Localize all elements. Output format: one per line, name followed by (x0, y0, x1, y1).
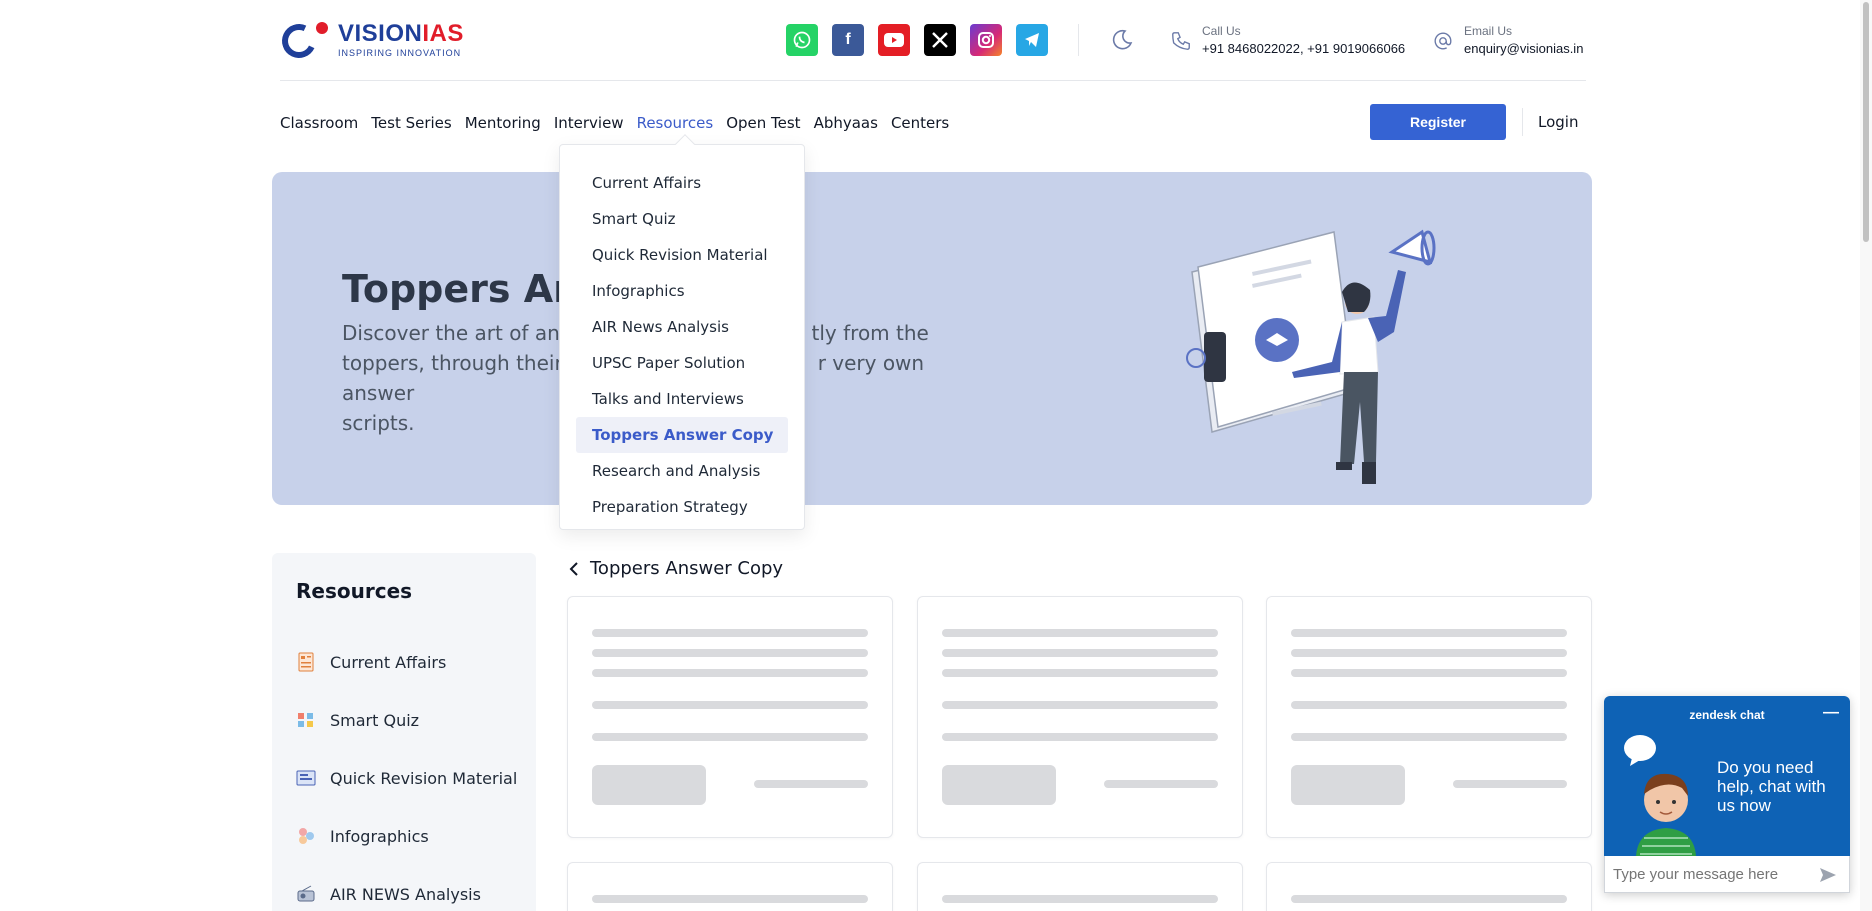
call-label: Call Us (1202, 24, 1241, 38)
phone-icon (1170, 30, 1192, 52)
revision-icon (296, 770, 316, 786)
logo[interactable]: VISIONIAS INSPIRING INNOVATION (277, 19, 464, 63)
newspaper-icon (298, 652, 314, 672)
dropdown-item-current-affairs[interactable]: Current Affairs (576, 165, 788, 201)
hero-desc-line1: Discover the art of answ (342, 321, 587, 345)
nav-item-test-series[interactable]: Test Series (371, 112, 451, 134)
dropdown-item-research[interactable]: Research and Analysis (576, 453, 788, 489)
chevron-left-icon[interactable] (568, 561, 580, 577)
nav-actions: Register Login (1370, 104, 1578, 140)
divider (1078, 24, 1079, 56)
dropdown-item-smart-quiz[interactable]: Smart Quiz (576, 201, 788, 237)
nav-item-open-test[interactable]: Open Test (726, 112, 800, 134)
sidebar-item-label: Current Affairs (330, 652, 447, 672)
email-us[interactable]: Email Us enquiry@visionias.in (1432, 24, 1583, 56)
chat-message: Do you need help, chat with us now (1717, 758, 1826, 815)
dropdown-item-talks[interactable]: Talks and Interviews (576, 381, 788, 417)
page-scrollbar[interactable] (1860, 0, 1872, 911)
skeleton-card (1266, 862, 1592, 911)
main-nav: Classroom Test Series Mentoring Intervie… (280, 112, 949, 134)
at-icon (1432, 30, 1454, 52)
telegram-icon[interactable] (1016, 24, 1048, 56)
sidebar-item-current-affairs[interactable]: Current Affairs (296, 633, 517, 691)
minimize-icon[interactable]: — (1822, 704, 1840, 722)
x-icon[interactable] (924, 24, 956, 56)
skeleton-card (567, 862, 893, 911)
hero-desc-line1-right: tly from the (811, 321, 929, 345)
hero-desc-line3: scripts. (342, 411, 415, 435)
dark-mode-icon[interactable] (1110, 28, 1134, 52)
whatsapp-icon[interactable] (786, 24, 818, 56)
chat-avatar (1624, 735, 1696, 856)
logo-mark-icon (277, 19, 332, 63)
brand-name: VISION (338, 20, 423, 47)
nav-item-mentoring[interactable]: Mentoring (465, 112, 541, 134)
radio-icon (297, 885, 315, 902)
skeleton-card (917, 862, 1243, 911)
dropdown-item-infographics[interactable]: Infographics (576, 273, 788, 309)
dropdown-item-toppers-answer-copy[interactable]: Toppers Answer Copy (576, 417, 788, 453)
sidebar-item-label: Infographics (330, 826, 429, 846)
dropdown-item-upsc-paper[interactable]: UPSC Paper Solution (576, 345, 788, 381)
brand-accent: IAS (422, 20, 464, 47)
sidebar-title: Resources (296, 579, 413, 603)
dropdown-item-preparation[interactable]: Preparation Strategy (576, 489, 788, 525)
chat-widget[interactable]: zendesk chat — Do you need help, chat wi… (1604, 696, 1850, 893)
resources-sidebar: Resources Current Affairs Smart Quiz Qui… (272, 553, 536, 911)
call-us[interactable]: Call Us +91 8468022022, +91 9019066066 (1170, 24, 1405, 56)
youtube-icon[interactable] (878, 24, 910, 56)
nav-item-centers[interactable]: Centers (891, 112, 949, 134)
skeleton-card (917, 596, 1243, 838)
social-links: f (786, 24, 1048, 56)
send-icon[interactable] (1819, 866, 1837, 884)
infographics-icon (299, 828, 314, 844)
quiz-icon (298, 713, 313, 727)
skeleton-card (1266, 596, 1592, 838)
email-label: Email Us (1464, 24, 1513, 38)
nav-item-abhyaas[interactable]: Abhyaas (814, 112, 878, 134)
sidebar-item-label: Quick Revision Material (330, 768, 518, 788)
call-value: +91 8468022022, +91 9019066066 (1202, 41, 1406, 56)
nav-item-classroom[interactable]: Classroom (280, 112, 358, 134)
nav-item-resources[interactable]: Resources (637, 112, 714, 134)
chat-input[interactable] (1613, 865, 1803, 883)
top-header: VISIONIAS INSPIRING INNOVATION f Call Us (277, 0, 1586, 81)
resources-dropdown: Current Affairs Smart Quiz Quick Revisio… (559, 134, 805, 530)
sidebar-item-quick-revision[interactable]: Quick Revision Material (296, 749, 517, 807)
hero-desc-line2: toppers, through their (342, 351, 563, 375)
nav-item-interview[interactable]: Interview (554, 112, 624, 134)
hero-illustration (1186, 229, 1436, 484)
sidebar-item-label: AIR NEWS Analysis (330, 884, 481, 904)
email-value: enquiry@visionias.in (1464, 41, 1584, 56)
sidebar-item-smart-quiz[interactable]: Smart Quiz (296, 691, 517, 749)
instagram-icon[interactable] (970, 24, 1002, 56)
login-link[interactable]: Login (1538, 113, 1578, 131)
brand-tagline: INSPIRING INNOVATION (338, 48, 462, 58)
register-button[interactable]: Register (1370, 104, 1506, 140)
hero-banner: Toppers Ans Discover the art of answ tly … (272, 172, 1592, 505)
scrollbar-thumb[interactable] (1863, 2, 1869, 242)
breadcrumb-label: Toppers Answer Copy (590, 558, 784, 579)
facebook-icon[interactable]: f (832, 24, 864, 56)
chat-title: zendesk chat (1689, 708, 1765, 722)
sidebar-item-air-news[interactable]: AIR NEWS Analysis (296, 865, 517, 911)
divider (1522, 108, 1523, 136)
dropdown-item-quick-revision[interactable]: Quick Revision Material (576, 237, 788, 273)
sidebar-item-infographics[interactable]: Infographics (296, 807, 517, 865)
breadcrumb[interactable]: Toppers Answer Copy (568, 558, 783, 579)
sidebar-item-label: Smart Quiz (330, 710, 420, 730)
dropdown-item-air-news[interactable]: AIR News Analysis (576, 309, 788, 345)
skeleton-card (567, 596, 893, 838)
